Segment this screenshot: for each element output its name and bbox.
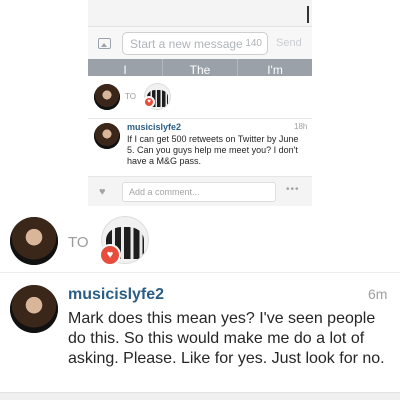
suggestion-item[interactable]: I — [88, 59, 163, 77]
post-body: If I can get 500 retweets on Twitter by … — [127, 134, 299, 166]
post: musicislyfe2 6m Mark does this mean yes?… — [0, 274, 400, 394]
more-options-icon[interactable]: ••• — [286, 184, 300, 195]
comment-input[interactable]: Add a comment... — [122, 182, 276, 202]
keyboard-suggestion-bar: I The I'm — [88, 59, 312, 77]
suggestion-item[interactable]: The — [163, 59, 238, 77]
send-button[interactable]: Send — [276, 37, 302, 49]
post-time: 6m — [368, 286, 388, 302]
avatar[interactable] — [10, 285, 58, 333]
text-cursor — [307, 6, 309, 23]
photo-icon[interactable] — [98, 38, 111, 49]
avatar[interactable] — [94, 84, 120, 110]
avatar[interactable] — [94, 123, 120, 149]
message-composer: Start a new message 140 Send — [88, 26, 312, 59]
heart-icon: ♥ — [143, 96, 155, 108]
comment-bar: ♥ Add a comment... ••• — [88, 176, 312, 206]
recipient-row: TO ♥ — [0, 209, 400, 273]
heart-icon: ♥ — [99, 244, 121, 266]
avatar[interactable] — [10, 217, 58, 265]
page: Start a new message 140 Send I The I'm T… — [0, 0, 400, 400]
post-time: 18h — [294, 122, 308, 131]
post-username[interactable]: musicislyfe2 — [127, 122, 181, 132]
bottom-divider — [0, 392, 400, 400]
suggestion-item[interactable]: I'm — [238, 59, 312, 77]
post-username[interactable]: musicislyfe2 — [68, 286, 164, 304]
character-count: 140 — [245, 38, 262, 49]
small-post: musicislyfe2 18h If I can get 500 retwee… — [88, 118, 312, 176]
small-recipient-row: TO ♥ — [88, 76, 312, 118]
message-input[interactable]: Start a new message 140 — [122, 32, 268, 55]
like-heart-icon[interactable]: ♥ — [99, 186, 106, 198]
to-label: TO — [68, 234, 89, 251]
message-placeholder: Start a new message — [130, 37, 243, 51]
post-body: Mark does this mean yes? I've seen peopl… — [68, 310, 385, 367]
to-label: TO — [125, 92, 136, 101]
